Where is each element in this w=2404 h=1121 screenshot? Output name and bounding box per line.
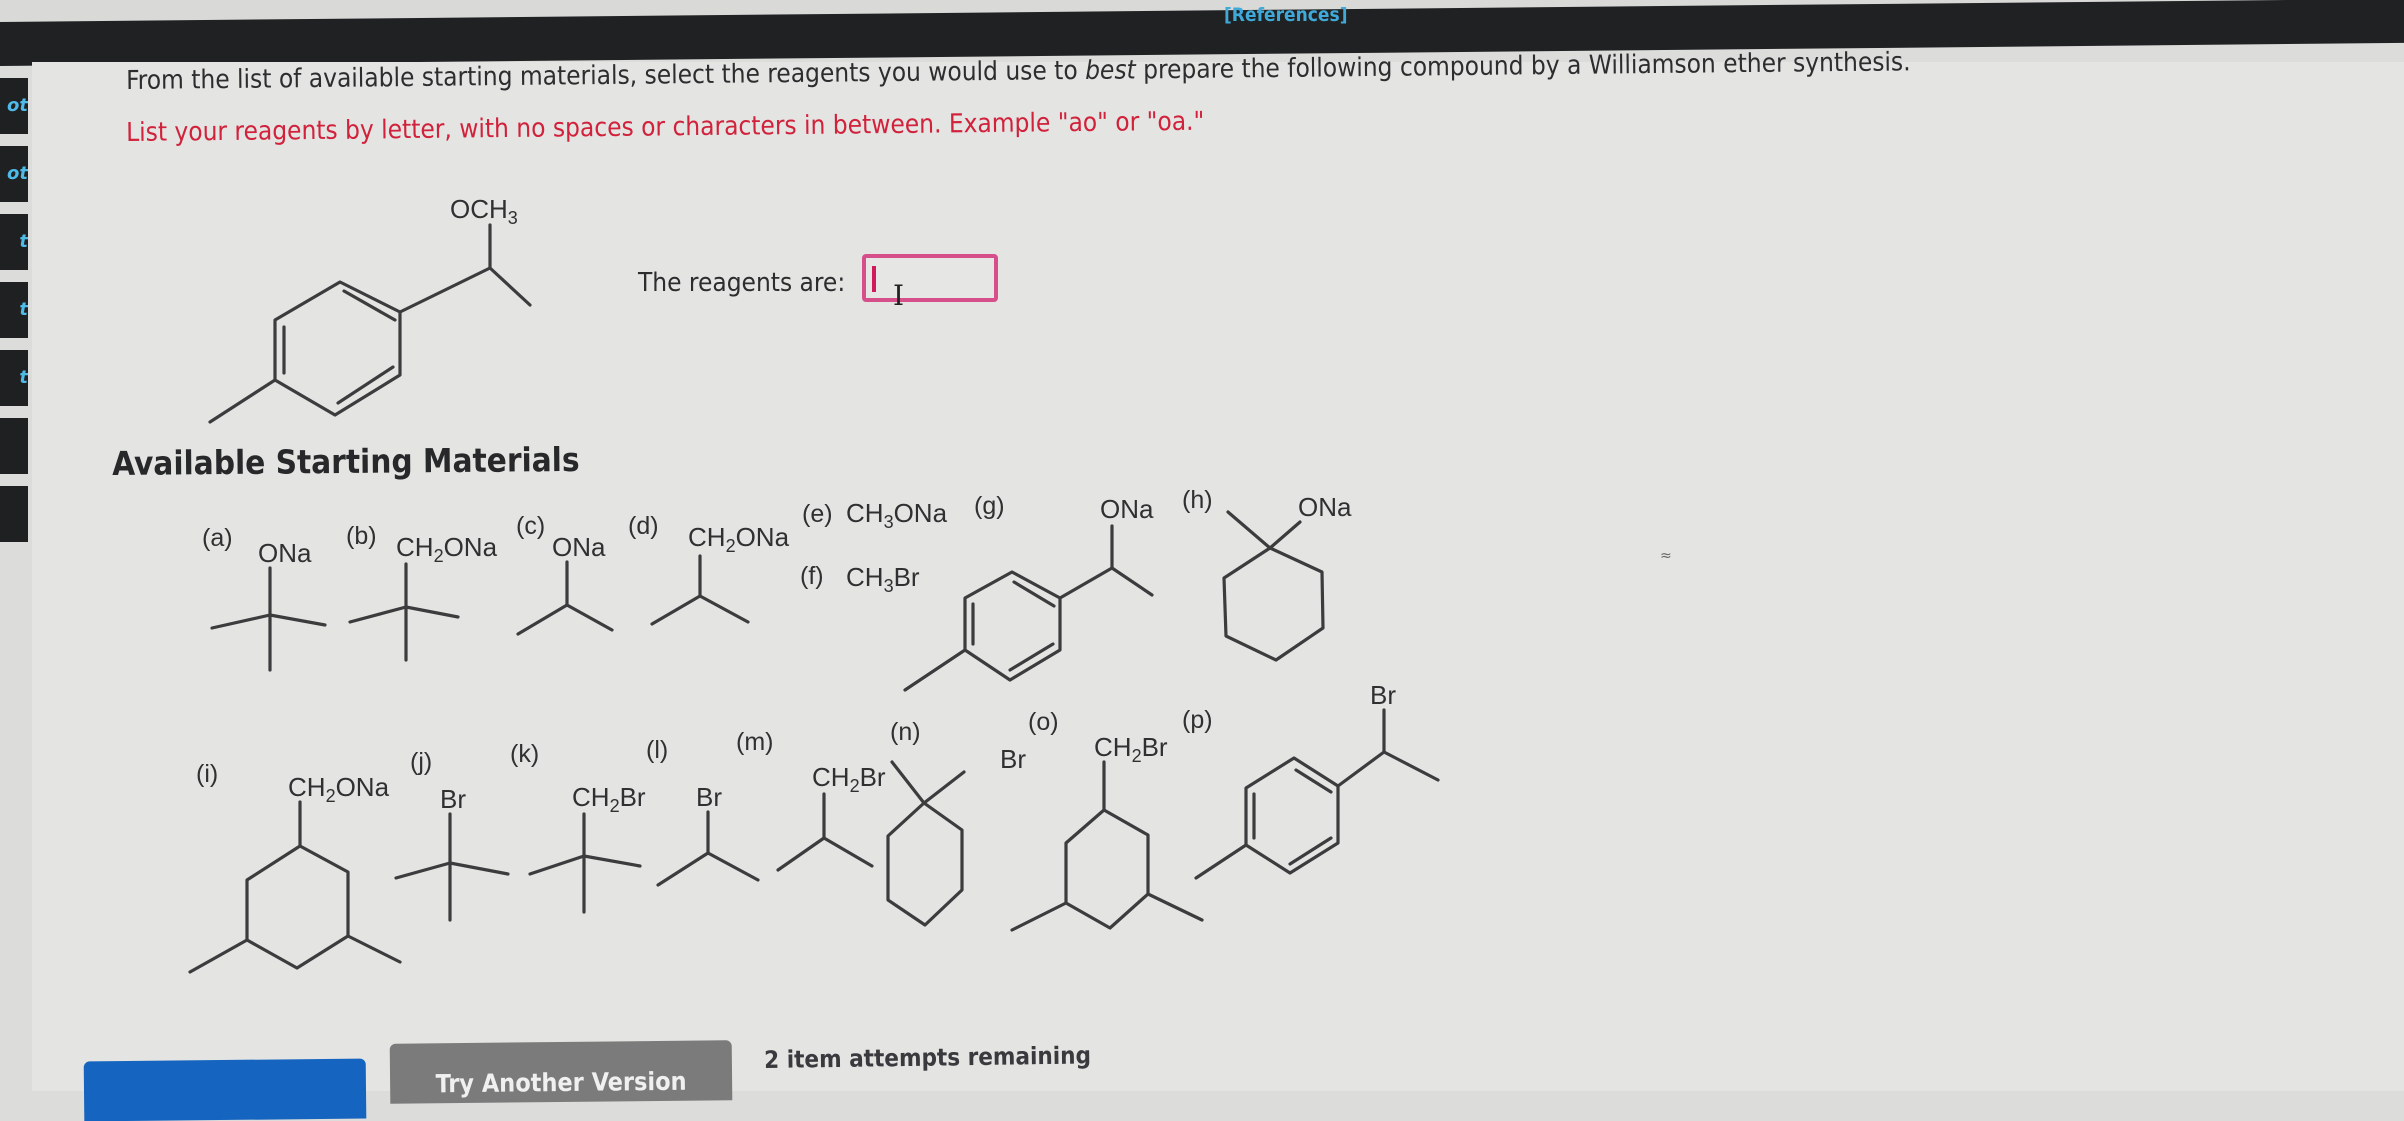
target-compound-structure: OCH3 bbox=[208, 194, 532, 424]
material-letter: (k) bbox=[510, 740, 539, 768]
target-och3-label: OCH3 bbox=[450, 194, 518, 228]
material-group: Br bbox=[440, 784, 466, 814]
material-letter: (e) bbox=[802, 500, 833, 528]
material-group: Br bbox=[696, 782, 722, 812]
material-group: CH2ONa bbox=[688, 522, 790, 556]
material-group: CH2ONa bbox=[396, 532, 498, 566]
material-d[interactable]: (d) CH2ONa bbox=[628, 512, 790, 626]
stray-cursor-mark: ≈ bbox=[1660, 548, 1672, 564]
material-letter: (b) bbox=[346, 522, 377, 550]
material-k[interactable]: (k) CH2Br bbox=[510, 740, 646, 914]
material-group: CH3Br bbox=[846, 562, 920, 596]
material-group: Br bbox=[1000, 744, 1026, 774]
material-p[interactable]: (p) Br bbox=[1182, 680, 1440, 880]
material-group: CH2Br bbox=[572, 782, 646, 816]
material-group: CH2Br bbox=[812, 762, 886, 796]
material-b[interactable]: (b) CH2ONa bbox=[346, 522, 498, 662]
material-group: CH2ONa bbox=[288, 772, 390, 806]
chemical-structures: OCH3 (a) ONa (b) CH2ONa (c) ONa (d) CH2O… bbox=[188, 194, 1440, 974]
material-group: Br bbox=[1370, 680, 1396, 710]
material-c[interactable]: (c) ONa bbox=[516, 512, 614, 636]
material-f[interactable]: (f) CH3Br bbox=[800, 562, 920, 596]
material-j[interactable]: (j) Br bbox=[394, 748, 510, 922]
material-group: ONa bbox=[1298, 492, 1352, 522]
material-letter: (o) bbox=[1028, 708, 1059, 736]
material-letter: (g) bbox=[974, 492, 1005, 520]
try-another-version-button[interactable]: Try Another Version bbox=[389, 1040, 733, 1104]
material-n[interactable]: (n) Br bbox=[886, 718, 1026, 927]
material-m[interactable]: (m) CH2Br bbox=[736, 728, 886, 872]
material-group: ONa bbox=[1100, 494, 1154, 524]
material-i[interactable]: (i) CH2ONa bbox=[188, 760, 402, 974]
material-letter: (j) bbox=[410, 748, 432, 776]
material-e[interactable]: (e) CH3ONa bbox=[802, 498, 948, 532]
material-o[interactable]: (o) CH2Br bbox=[1010, 708, 1204, 932]
material-l[interactable]: (l) Br bbox=[646, 736, 760, 887]
material-letter: (c) bbox=[516, 512, 545, 540]
material-letter: (l) bbox=[646, 736, 668, 764]
material-letter: (f) bbox=[800, 562, 824, 590]
material-group: ONa bbox=[258, 538, 312, 568]
attempts-remaining: 2 item attempts remaining bbox=[764, 1041, 1092, 1074]
material-group: ONa bbox=[552, 532, 606, 562]
material-a[interactable]: (a) ONa bbox=[202, 524, 327, 672]
material-letter: (h) bbox=[1182, 486, 1213, 514]
submit-answer-button[interactable] bbox=[83, 1058, 367, 1121]
material-letter: (m) bbox=[736, 728, 773, 756]
material-group: CH3ONa bbox=[846, 498, 948, 532]
material-letter: (p) bbox=[1182, 706, 1213, 734]
material-letter: (a) bbox=[202, 524, 233, 552]
material-letter: (i) bbox=[196, 760, 218, 788]
material-letter: (n) bbox=[890, 718, 921, 746]
material-letter: (d) bbox=[628, 512, 659, 540]
material-h[interactable]: (h) ONa bbox=[1182, 486, 1352, 662]
